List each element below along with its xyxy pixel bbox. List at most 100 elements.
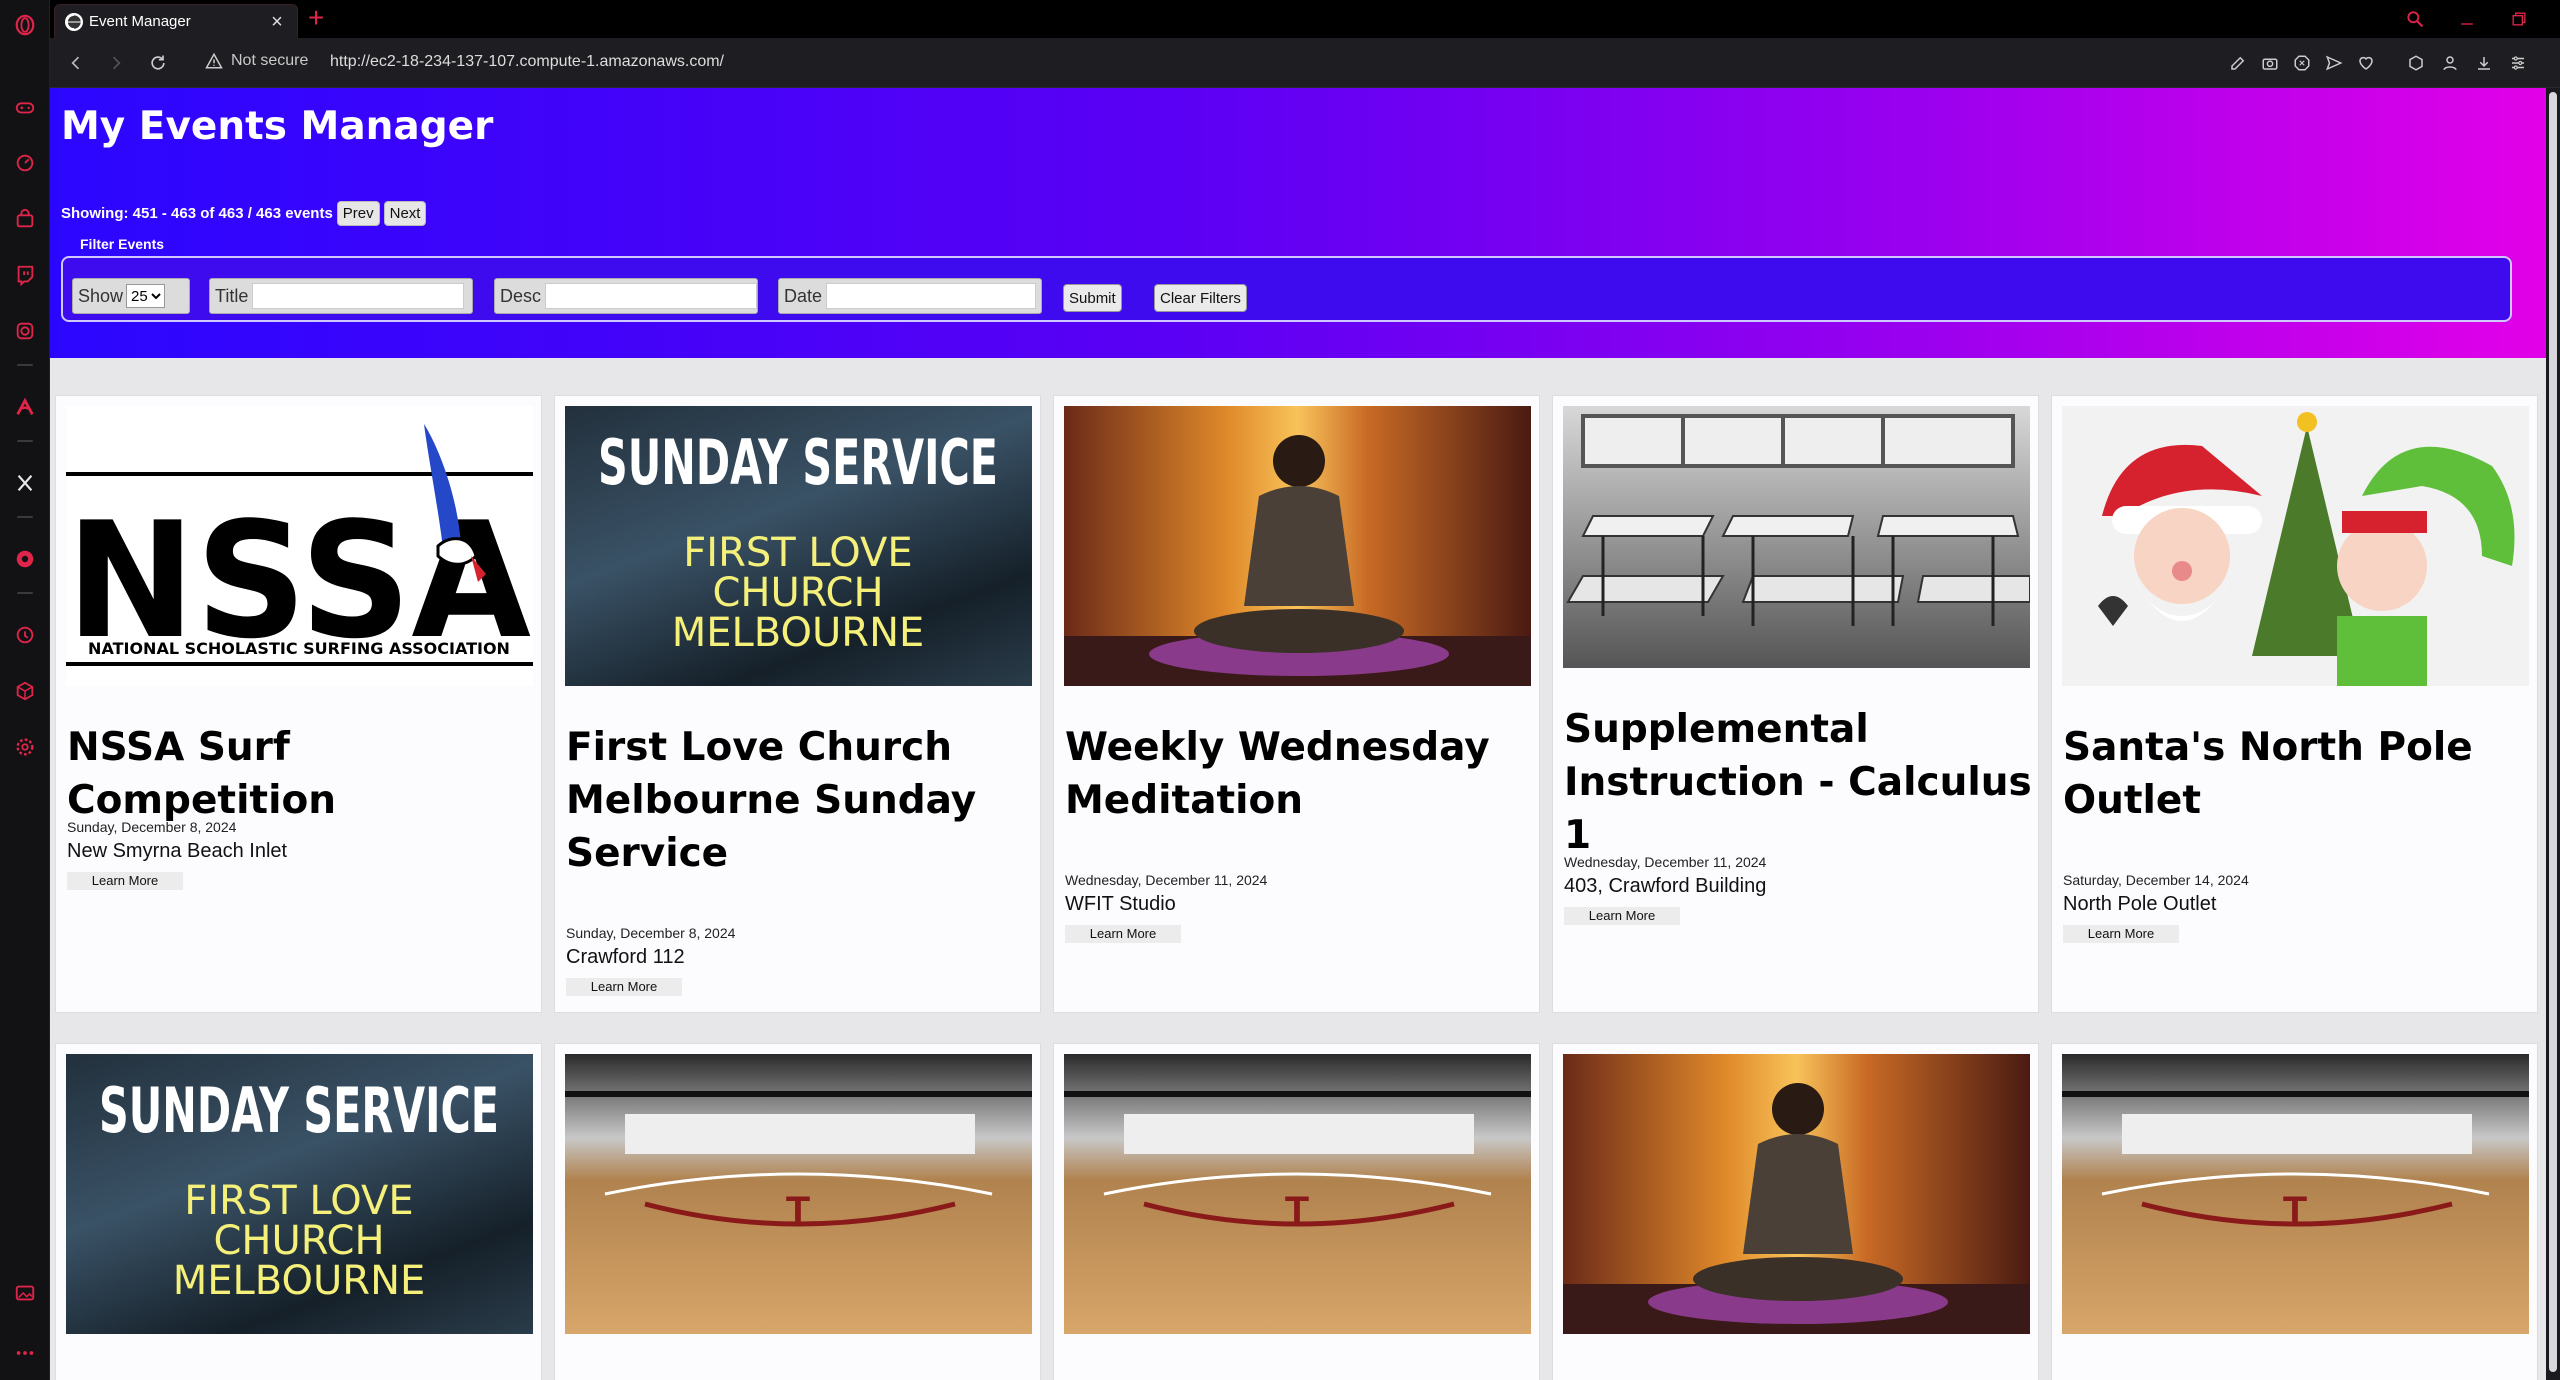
camera-icon[interactable] — [2260, 53, 2280, 73]
more-icon[interactable] — [12, 1340, 38, 1366]
page-header: My Events Manager Showing: 451 - 463 of … — [50, 88, 2546, 358]
restore-icon[interactable] — [2494, 4, 2544, 34]
desc-label: Desc — [500, 285, 542, 306]
title-label: Title — [215, 285, 249, 306]
svg-text:T: T — [786, 1189, 810, 1233]
sidebar-divider — [17, 516, 33, 518]
event-location: North Pole Outlet — [2063, 893, 2217, 915]
box-icon[interactable] — [12, 678, 38, 704]
title-input[interactable] — [252, 283, 465, 309]
learn-more-button[interactable]: Learn More — [1564, 907, 1680, 925]
svg-text:T: T — [2283, 1189, 2307, 1233]
show-group: Show 25 — [72, 278, 190, 314]
gym-court-image: T — [565, 1054, 1032, 1334]
learn-more-button[interactable]: Learn More — [566, 978, 682, 996]
easy-setup-icon[interactable] — [2508, 53, 2528, 73]
banner-line-1: SUNDAY SERVICE — [99, 1074, 499, 1147]
learn-more-button[interactable]: Learn More — [1065, 925, 1181, 943]
sidebar-divider — [17, 592, 33, 594]
filter-form: Show 25 Title Desc Date Submit Clear Fil… — [61, 256, 2512, 322]
photo-icon[interactable] — [12, 1280, 38, 1306]
classroom-image — [1563, 406, 2030, 668]
search-tabs-icon[interactable] — [2390, 4, 2440, 34]
desc-group: Desc — [494, 278, 758, 314]
event-date: Sunday, December 8, 2024 — [566, 925, 736, 941]
speed-dial-icon[interactable] — [12, 150, 38, 176]
event-card: Weekly Wednesday Meditation Wednesday, D… — [1053, 395, 1540, 1013]
event-date: Wednesday, December 11, 2024 — [1564, 854, 1767, 870]
prev-button[interactable]: Prev — [336, 201, 380, 226]
event-card: SUNDAY SERVICE FIRST LOVE CHURCH MELBOUR… — [55, 1043, 542, 1380]
event-card — [1552, 1043, 2039, 1380]
learn-more-button[interactable]: Learn More — [2063, 925, 2179, 943]
event-card: T — [554, 1043, 1041, 1380]
warning-icon — [205, 52, 223, 69]
pagination-bar: Showing: 451 - 463 of 463 / 463 events P… — [61, 201, 427, 226]
history-icon[interactable] — [12, 622, 38, 648]
event-title: Weekly Wednesday Meditation — [1065, 725, 1490, 823]
heart-icon[interactable] — [2356, 53, 2376, 73]
event-card: SUNDAY SERVICE FIRST LOVE CHURCH MELBOUR… — [554, 395, 1041, 1013]
santa-elf-image — [2062, 406, 2529, 686]
download-icon[interactable] — [2474, 53, 2494, 73]
extensions-cube-icon[interactable] — [2406, 53, 2426, 73]
learn-more-button[interactable]: Learn More — [67, 872, 183, 890]
title-group: Title — [209, 278, 473, 314]
next-button[interactable]: Next — [383, 201, 427, 226]
event-location: New Smyrna Beach Inlet — [67, 840, 288, 862]
svg-text:T: T — [1285, 1189, 1309, 1233]
event-title: NSSA Surf Competition — [67, 725, 337, 823]
shopping-bag-icon[interactable] — [12, 206, 38, 232]
address-bar: Not secure http://ec2-18-234-137-107.com… — [50, 38, 2560, 88]
banner-line-4: MELBOURNE — [173, 1258, 426, 1304]
tab-event-manager[interactable]: Event Manager × — [54, 4, 298, 38]
event-date: Saturday, December 14, 2024 — [2063, 872, 2249, 888]
date-label: Date — [784, 285, 823, 306]
site-favicon-icon — [65, 12, 83, 31]
event-title: Supplemental Instruction - Calculus 1 — [1564, 707, 2032, 858]
send-icon[interactable] — [2324, 53, 2344, 73]
tab-close-icon[interactable]: × — [265, 12, 289, 32]
date-input[interactable] — [826, 283, 1037, 309]
banner-line-1: SUNDAY SERVICE — [598, 426, 998, 499]
banner-line-4: MELBOURNE — [672, 610, 925, 656]
x-twitter-icon[interactable] — [12, 470, 38, 496]
minimize-icon[interactable] — [2442, 4, 2492, 34]
scrollbar-thumb[interactable] — [2549, 92, 2557, 1372]
desc-input[interactable] — [545, 283, 757, 309]
url-field[interactable]: http://ec2-18-234-137-107.compute-1.amaz… — [330, 53, 724, 71]
clear-filters-button[interactable]: Clear Filters — [1154, 284, 1247, 312]
new-tab-button[interactable]: + — [302, 4, 330, 32]
security-indicator[interactable]: Not secure — [205, 52, 308, 70]
page-title: My Events Manager — [61, 104, 494, 149]
settings-icon[interactable] — [12, 734, 38, 760]
snapshot-icon[interactable] — [12, 318, 38, 344]
date-group: Date — [778, 278, 1042, 314]
meditation-image — [1563, 1054, 2030, 1334]
submit-button[interactable]: Submit — [1063, 284, 1122, 312]
filter-legend: Filter Events — [80, 236, 165, 252]
twitch-icon[interactable] — [12, 262, 38, 288]
back-icon[interactable] — [64, 51, 88, 75]
gym-court-image: T — [2062, 1054, 2529, 1334]
event-location: 403, Crawford Building — [1564, 875, 1767, 897]
page-scrollbar[interactable] — [2546, 88, 2560, 1380]
profile-icon[interactable] — [2440, 53, 2460, 73]
event-location: Crawford 112 — [566, 946, 685, 968]
forward-icon[interactable] — [104, 51, 128, 75]
close-window-icon[interactable] — [2544, 4, 2560, 34]
arc-icon[interactable] — [12, 394, 38, 420]
record-icon[interactable] — [12, 546, 38, 572]
reload-icon[interactable] — [146, 51, 170, 75]
gamepad-icon[interactable] — [12, 94, 38, 120]
edit-icon[interactable] — [2228, 53, 2248, 73]
sunday-service-image: SUNDAY SERVICE FIRST LOVE CHURCH MELBOUR… — [66, 1054, 533, 1334]
opera-logo-icon[interactable] — [12, 12, 38, 38]
sunday-service-image: SUNDAY SERVICE FIRST LOVE CHURCH MELBOUR… — [565, 406, 1032, 686]
adblock-icon[interactable] — [2292, 53, 2312, 73]
show-label: Show — [78, 285, 124, 306]
browser-sidebar — [0, 0, 50, 1380]
show-select[interactable]: 25 — [126, 284, 166, 308]
gym-court-image: T — [1064, 1054, 1531, 1334]
nssa-logo-subtext: NATIONAL SCHOLASTIC SURFING ASSOCIATION — [88, 639, 510, 658]
